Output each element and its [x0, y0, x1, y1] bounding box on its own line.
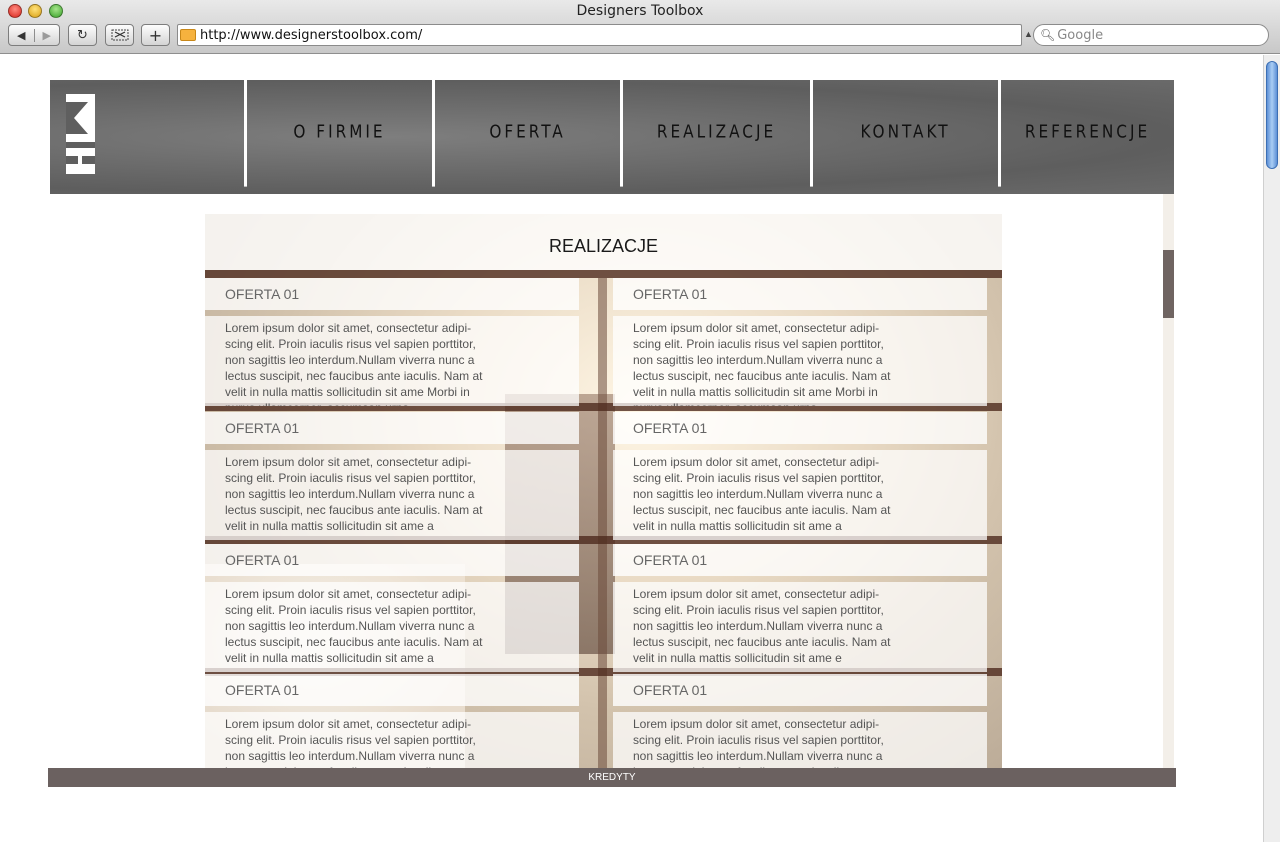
- offer-text: Lorem ipsum dolor sit amet, consectetur …: [225, 587, 483, 665]
- nav-realizacje[interactable]: REALIZACJE: [620, 80, 810, 187]
- nav-oferta[interactable]: OFERTA: [432, 80, 620, 187]
- offer-text-box: Lorem ipsum dolor sit amet, consectetur …: [205, 712, 579, 768]
- offer-card[interactable]: OFERTA 01 Lorem ipsum dolor sit amet, co…: [205, 412, 579, 540]
- offer-card[interactable]: OFERTA 01 Lorem ipsum dolor sit amet, co…: [205, 278, 579, 406]
- divider-stripe: [205, 270, 1002, 278]
- offer-text-box: Lorem ipsum dolor sit amet, consectetur …: [613, 316, 987, 406]
- offer-title: OFERTA 01: [205, 278, 579, 310]
- scissors-icon: [111, 29, 128, 41]
- reload-button[interactable]: ↻: [68, 24, 97, 46]
- offer-text: Lorem ipsum dolor sit amet, consectetur …: [633, 455, 891, 533]
- snippet-button[interactable]: [105, 24, 134, 46]
- offer-card[interactable]: OFERTA 01 Lorem ipsum dolor sit amet, co…: [613, 412, 987, 540]
- window-title: Designers Toolbox: [576, 3, 704, 19]
- offer-title: OFERTA 01: [205, 544, 579, 576]
- column-divider: [598, 278, 607, 768]
- search-placeholder: Google: [1057, 27, 1104, 43]
- logo-icon[interactable]: [66, 94, 95, 174]
- site: O FIRMIE OFERTA REALIZACJE KONTAKT REFER…: [50, 80, 1174, 768]
- add-bookmark-button[interactable]: +: [141, 24, 170, 46]
- offer-text-box: Lorem ipsum dolor sit amet, consectetur …: [613, 582, 987, 672]
- offer-text: Lorem ipsum dolor sit amet, consectetur …: [225, 321, 483, 406]
- offer-card[interactable]: OFERTA 01 Lorem ipsum dolor sit amet, co…: [613, 278, 987, 406]
- offer-text-box: Lorem ipsum dolor sit amet, consectetur …: [205, 316, 579, 406]
- offer-text-box: Lorem ipsum dolor sit amet, consectetur …: [205, 450, 579, 540]
- offer-card[interactable]: OFERTA 01 Lorem ipsum dolor sit amet, co…: [613, 674, 987, 768]
- offer-title: OFERTA 01: [205, 674, 579, 706]
- nav-referencje[interactable]: REFERENCJE: [998, 80, 1174, 187]
- content-scroll-thumb[interactable]: [1163, 250, 1174, 318]
- main-content: REALIZACJE OFERTA 01 Lorem ipsum dolor s…: [50, 194, 1174, 768]
- back-forward-buttons: ◀ ▶: [8, 24, 60, 46]
- search-icon: 🔍︎: [1040, 28, 1056, 42]
- offer-text-box: Lorem ipsum dolor sit amet, consectetur …: [613, 712, 987, 768]
- search-field[interactable]: 🔍︎ Google: [1033, 24, 1269, 46]
- offer-title: OFERTA 01: [613, 412, 987, 444]
- section-title: REALIZACJE: [205, 214, 1002, 270]
- offer-title: OFERTA 01: [613, 544, 987, 576]
- offer-text: Lorem ipsum dolor sit amet, consectetur …: [633, 321, 891, 406]
- address-text: http://www.designerstoolbox.com/: [200, 27, 423, 43]
- offer-card[interactable]: OFERTA 01 Lorem ipsum dolor sit amet, co…: [205, 674, 579, 768]
- offer-title: OFERTA 01: [613, 674, 987, 706]
- forward-button[interactable]: ▶: [35, 29, 60, 42]
- nav-o-firmie[interactable]: O FIRMIE: [244, 80, 432, 187]
- offer-card[interactable]: OFERTA 01 Lorem ipsum dolor sit amet, co…: [205, 544, 579, 672]
- nav-kontakt[interactable]: KONTAKT: [810, 80, 998, 187]
- realizacje-panel: REALIZACJE OFERTA 01 Lorem ipsum dolor s…: [205, 214, 1002, 768]
- window-scrollbar-thumb[interactable]: [1266, 61, 1278, 169]
- address-dropdown-icon[interactable]: ▲: [1024, 29, 1033, 39]
- offer-text: Lorem ipsum dolor sit amet, consectetur …: [225, 455, 483, 533]
- site-header: O FIRMIE OFERTA REALIZACJE KONTAKT REFER…: [50, 80, 1174, 194]
- offer-card[interactable]: OFERTA 01 Lorem ipsum dolor sit amet, co…: [613, 544, 987, 672]
- offer-text: Lorem ipsum dolor sit amet, consectetur …: [633, 587, 891, 665]
- footer-credits-link[interactable]: KREDYTY: [48, 768, 1176, 787]
- offer-text: Lorem ipsum dolor sit amet, consectetur …: [225, 717, 476, 768]
- offer-text-box: Lorem ipsum dolor sit amet, consectetur …: [613, 450, 987, 540]
- offer-text: Lorem ipsum dolor sit amet, consectetur …: [633, 717, 884, 768]
- back-button[interactable]: ◀: [9, 28, 35, 42]
- address-bar[interactable]: http://www.designerstoolbox.com/: [177, 24, 1022, 46]
- window-scrollbar[interactable]: [1263, 55, 1280, 842]
- offer-title: OFERTA 01: [205, 412, 579, 444]
- folder-icon: [180, 29, 196, 41]
- browser-toolbar: Designers Toolbox ◀ ▶ ↻ + http://www.des…: [0, 0, 1280, 54]
- offer-text-box: Lorem ipsum dolor sit amet, consectetur …: [205, 582, 579, 672]
- offer-title: OFERTA 01: [613, 278, 987, 310]
